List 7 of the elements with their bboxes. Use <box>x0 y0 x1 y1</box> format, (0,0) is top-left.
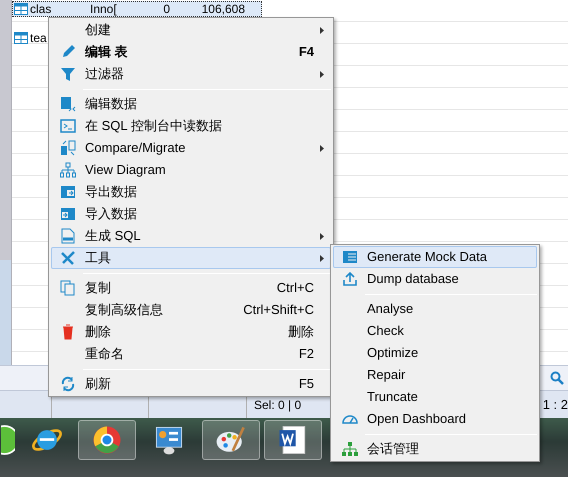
table-cell-text: 106,608 <box>200 2 245 16</box>
table-cell-text: 0 <box>162 2 170 16</box>
table-cell-text: clas <box>30 2 52 16</box>
cursor-position: 1 : 2 <box>542 396 568 414</box>
selection-count: Sel: 0 | 0 <box>254 396 302 414</box>
table-cell-text: tea <box>30 32 48 44</box>
table-cell-text: Inno[ <box>90 2 118 16</box>
